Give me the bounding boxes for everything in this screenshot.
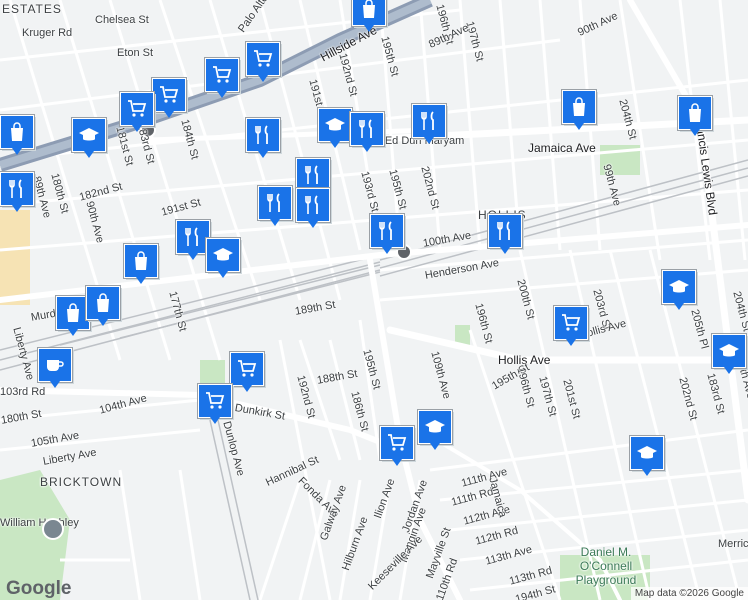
- marker-restaurant-icon[interactable]: [176, 220, 210, 260]
- restaurant-icon: [255, 125, 268, 144]
- cart-icon: [160, 86, 179, 103]
- commercial-area: [0, 210, 30, 305]
- street-label: Merrick Blvd: [718, 538, 748, 550]
- shopping-bag-icon: [97, 293, 109, 312]
- school-icon: [637, 446, 657, 459]
- shopping-bag-icon: [363, 0, 375, 18]
- shopping-bag-icon: [11, 122, 23, 141]
- shopping-bag-icon: [689, 103, 701, 122]
- marker-cart-icon[interactable]: [380, 426, 414, 466]
- marker-cart-icon[interactable]: [120, 92, 154, 132]
- map-attribution: Map data ©2026 Google: [630, 587, 748, 600]
- cart-icon: [388, 434, 407, 451]
- marker-cart-icon[interactable]: [246, 42, 280, 82]
- school-icon: [425, 420, 445, 433]
- marker-shopping-icon[interactable]: [352, 0, 386, 32]
- restaurant-icon: [305, 195, 318, 214]
- school-icon: [325, 118, 345, 131]
- marker-restaurant-icon[interactable]: [0, 172, 34, 212]
- marker-restaurant-icon[interactable]: [296, 188, 330, 228]
- place-label-oconnell-playground: Daniel M. O'Connell Playground: [575, 545, 637, 587]
- marker-school-icon[interactable]: [318, 108, 352, 148]
- place-label-william-hughley: William Hughley: [0, 517, 79, 529]
- marker-restaurant-icon[interactable]: [296, 158, 330, 198]
- school-icon: [79, 128, 99, 141]
- marker-school-icon[interactable]: [206, 238, 240, 278]
- street-label: 103rd Rd: [0, 386, 46, 398]
- restaurant-icon: [359, 119, 372, 138]
- restaurant-icon: [421, 111, 434, 130]
- school-icon: [213, 248, 233, 261]
- landmark-icon[interactable]: [42, 518, 64, 540]
- cart-icon: [254, 50, 273, 67]
- cart-icon: [562, 314, 581, 331]
- marker-cart-icon[interactable]: [230, 352, 264, 392]
- marker-school-icon[interactable]: [712, 334, 746, 374]
- cart-icon: [238, 360, 257, 377]
- marker-restaurant-icon[interactable]: [350, 112, 384, 152]
- neighborhood-label-bricktown: BRICKTOWN: [40, 475, 123, 489]
- marker-cart-icon[interactable]: [152, 78, 186, 118]
- cart-icon: [213, 66, 232, 83]
- marker-restaurant-icon[interactable]: [370, 214, 404, 254]
- marker-shopping-icon[interactable]: [86, 286, 120, 326]
- marker-school-icon[interactable]: [418, 410, 452, 450]
- marker-restaurant-icon[interactable]: [246, 118, 280, 158]
- restaurant-icon: [267, 193, 280, 212]
- marker-shopping-icon[interactable]: [562, 90, 596, 130]
- road-label-jamaica-ave: Jamaica Ave: [528, 141, 596, 155]
- marker-restaurant-icon[interactable]: [258, 186, 292, 226]
- marker-cart-icon[interactable]: [198, 384, 232, 424]
- google-logo: Google: [6, 578, 72, 599]
- street-label: Kruger Rd: [22, 27, 73, 39]
- marker-school-icon[interactable]: [662, 270, 696, 310]
- shopping-bag-icon: [135, 251, 147, 270]
- marker-shopping-icon[interactable]: [56, 296, 90, 336]
- restaurant-icon: [9, 179, 22, 198]
- shopping-bag-icon: [67, 303, 79, 322]
- marker-cart-icon[interactable]: [554, 306, 588, 346]
- marker-restaurant-icon[interactable]: [412, 104, 446, 144]
- map-canvas[interactable]: ESTATES BRICKTOWN HOLLIS Hillside Ave Ja…: [0, 0, 748, 600]
- cart-icon: [206, 392, 225, 409]
- marker-cart-icon[interactable]: [205, 58, 239, 98]
- marker-shopping-icon[interactable]: [124, 244, 158, 284]
- restaurant-icon: [379, 221, 392, 240]
- restaurant-icon: [305, 165, 318, 184]
- cart-icon: [128, 100, 147, 117]
- restaurant-icon: [185, 227, 198, 246]
- school-icon: [669, 280, 689, 293]
- marker-shopping-icon[interactable]: [0, 115, 34, 155]
- restaurant-icon: [497, 221, 510, 240]
- neighborhood-label-estates: ESTATES: [2, 2, 62, 16]
- marker-restaurant-icon[interactable]: [488, 214, 522, 254]
- street-label: Eton St: [117, 47, 154, 59]
- shopping-bag-icon: [573, 97, 585, 116]
- school-icon: [719, 344, 739, 357]
- marker-shopping-icon[interactable]: [678, 96, 712, 136]
- marker-school-icon[interactable]: [72, 118, 106, 158]
- marker-school-icon[interactable]: [630, 436, 664, 476]
- street-label: Chelsea St: [95, 14, 149, 26]
- marker-coffee-icon[interactable]: [38, 348, 72, 388]
- coffee-icon: [47, 360, 64, 371]
